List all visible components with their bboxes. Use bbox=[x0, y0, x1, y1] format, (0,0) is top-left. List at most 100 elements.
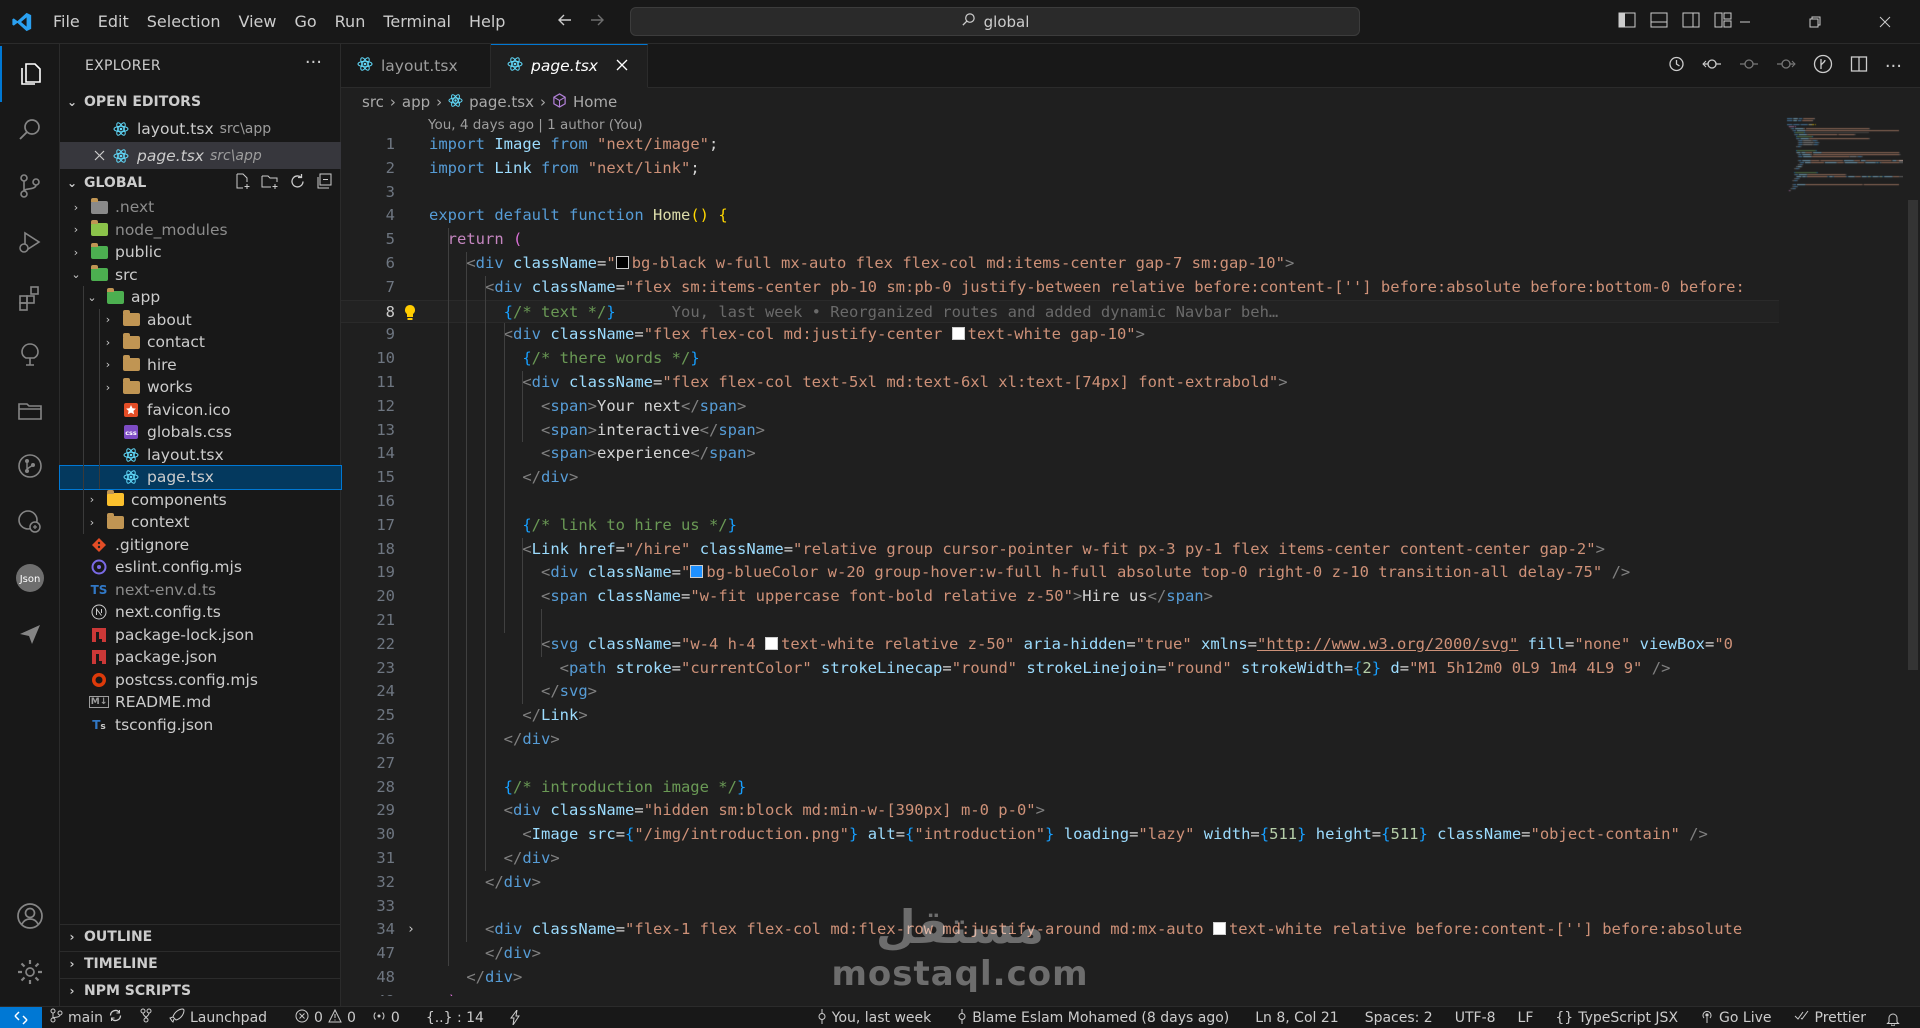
code-line[interactable]: 7 <div className="flex sm:items-center p… bbox=[341, 276, 1779, 300]
minimize-icon[interactable] bbox=[1710, 0, 1780, 44]
color-swatch[interactable] bbox=[690, 565, 704, 579]
command-center-search[interactable]: global bbox=[630, 7, 1360, 36]
code-line[interactable]: 14 <span>experience</span> bbox=[341, 442, 1779, 466]
code-line[interactable]: 18 <Link href="/hire" className="relativ… bbox=[341, 538, 1779, 562]
menu-run[interactable]: Run bbox=[326, 0, 375, 44]
tree-item-about[interactable]: › about bbox=[60, 309, 341, 332]
ports-status[interactable]: 0 bbox=[364, 1009, 408, 1027]
toggle-panel-icon[interactable] bbox=[1650, 12, 1668, 32]
code-line[interactable]: 2 import Link from "next/link"; bbox=[341, 157, 1779, 181]
code-line[interactable]: 19 <div className=" bg-blueColor w-20 gro… bbox=[341, 561, 1779, 585]
code-line[interactable]: 8 {/* text */} You, last week • Reorgani… bbox=[341, 299, 1779, 324]
forward-arrow-icon[interactable] bbox=[588, 11, 606, 33]
json-icon[interactable]: Json bbox=[0, 550, 60, 606]
tree-item-readme-md[interactable]: M↓ README.md bbox=[60, 691, 341, 714]
split-editor-icon[interactable] bbox=[1850, 55, 1868, 77]
global-folder-header[interactable]: ⌄ GLOBAL bbox=[60, 171, 341, 195]
remote-indicator[interactable] bbox=[0, 1006, 42, 1028]
open-editors-header[interactable]: ⌄ OPEN EDITORS bbox=[60, 90, 341, 114]
code-line[interactable]: 32 </div> bbox=[341, 871, 1779, 895]
send-request-icon[interactable] bbox=[0, 606, 60, 662]
code-line[interactable]: 10 {/* there words */} bbox=[341, 347, 1779, 371]
problems-status[interactable]: 0 0 bbox=[287, 1008, 364, 1027]
blame-long-status[interactable]: Blame Eslam Mohamed (8 days ago) bbox=[949, 1008, 1237, 1028]
tab-page-tsx[interactable]: page.tsx bbox=[491, 44, 648, 88]
tree-item-page-tsx[interactable]: page.tsx bbox=[59, 465, 342, 490]
cursor-position[interactable]: Ln 8, Col 21 bbox=[1247, 1010, 1346, 1026]
code-line[interactable]: 22 <svg className="w-4 h-4 text-white re… bbox=[341, 633, 1779, 657]
chevron-down-icon[interactable]: ⌄ bbox=[68, 268, 84, 281]
tree-item-context[interactable]: › context bbox=[60, 511, 341, 534]
code-line[interactable]: 5 return ( bbox=[341, 228, 1779, 252]
blame-short-status[interactable]: You, last week bbox=[809, 1008, 940, 1028]
code-line[interactable]: 21 bbox=[341, 609, 1779, 633]
tree-item-next[interactable]: › .next bbox=[60, 196, 341, 219]
npm-scripts-header[interactable]: › NPM SCRIPTS bbox=[60, 978, 341, 1002]
color-swatch[interactable] bbox=[951, 327, 965, 341]
timeline-header[interactable]: › TIMELINE bbox=[60, 951, 341, 975]
open-changes-icon[interactable] bbox=[1702, 55, 1722, 77]
tree-item-node-modules[interactable]: › node_modules bbox=[60, 219, 341, 242]
breadcrumb-file[interactable]: page.tsx bbox=[469, 93, 534, 111]
code-line[interactable]: 20 <span className="w-fit uppercase font… bbox=[341, 585, 1779, 609]
settings-gear-icon[interactable] bbox=[0, 944, 60, 1000]
menu-edit[interactable]: Edit bbox=[89, 0, 138, 44]
vscode-logo-icon[interactable] bbox=[0, 0, 44, 44]
tree-item-package-json[interactable]: package.json bbox=[60, 646, 341, 669]
tree-item-gitignore[interactable]: .gitignore bbox=[60, 534, 341, 557]
explorer-icon[interactable] bbox=[0, 46, 60, 102]
tree-item-package-lock-json[interactable]: package-lock.json bbox=[60, 624, 341, 647]
menu-selection[interactable]: Selection bbox=[138, 0, 230, 44]
tree-view-icon[interactable] bbox=[0, 326, 60, 382]
tree-item-favicon-ico[interactable]: favicon.ico bbox=[60, 399, 341, 422]
next-change-icon[interactable] bbox=[1776, 55, 1796, 77]
chevron-right-icon[interactable]: › bbox=[68, 201, 84, 214]
go-live-status[interactable]: Go Live bbox=[1692, 1009, 1779, 1027]
tree-item-eslint-config-mjs[interactable]: eslint.config.mjs bbox=[60, 556, 341, 579]
tree-item-src[interactable]: ⌄ src bbox=[60, 264, 341, 287]
sync-icon[interactable] bbox=[108, 1008, 123, 1027]
tab-layout-tsx[interactable]: layout.tsx bbox=[341, 44, 491, 88]
code-line[interactable]: 1 import Image from "next/image"; bbox=[341, 133, 1779, 157]
launchpad-status[interactable]: Launchpad bbox=[161, 1008, 275, 1027]
code-line[interactable]: 9 <div className="flex flex-col md:justi… bbox=[341, 323, 1779, 347]
restore-icon[interactable] bbox=[1780, 0, 1850, 44]
run-debug-icon[interactable] bbox=[0, 214, 60, 270]
chevron-right-icon[interactable]: › bbox=[68, 246, 84, 259]
chevron-right-icon[interactable]: › bbox=[100, 336, 116, 349]
editor-scrollbar[interactable] bbox=[1906, 116, 1920, 1006]
collapse-all-icon[interactable] bbox=[316, 173, 333, 194]
code-line[interactable]: 23 <path stroke="currentColor" strokeLin… bbox=[341, 657, 1779, 681]
tree-item-tsconfig-json[interactable]: Ts tsconfig.json bbox=[60, 714, 341, 737]
extensions-icon[interactable] bbox=[0, 270, 60, 326]
tree-item-hire[interactable]: › hire bbox=[60, 354, 341, 377]
new-folder-icon[interactable] bbox=[261, 173, 279, 194]
code-line[interactable]: 28 {/* introduction image */} bbox=[341, 776, 1779, 800]
open-editor-item[interactable]: layout.tsx src\app bbox=[60, 115, 341, 142]
open-editor-item-active[interactable]: page.tsx src\app bbox=[60, 142, 341, 169]
editor-more-actions-icon[interactable]: ··· bbox=[1885, 56, 1902, 77]
code-line[interactable]: 15 </div> bbox=[341, 466, 1779, 490]
chevron-right-icon[interactable]: › bbox=[100, 358, 116, 371]
folder-view-icon[interactable] bbox=[0, 382, 60, 438]
toggle-secondary-sidebar-icon[interactable] bbox=[1682, 12, 1700, 32]
tree-item-next-config-ts[interactable]: next.config.ts bbox=[60, 601, 341, 624]
encoding-status[interactable]: UTF-8 bbox=[1447, 1010, 1504, 1026]
close-editor-icon[interactable] bbox=[92, 147, 106, 165]
git-graph-status[interactable] bbox=[131, 1008, 161, 1027]
code-line[interactable]: 29 <div className="hidden sm:block md:mi… bbox=[341, 799, 1779, 823]
code-line[interactable]: 13 <span>interactive</span> bbox=[341, 419, 1779, 443]
code-line[interactable]: 31 </div> bbox=[341, 847, 1779, 871]
minimap[interactable] bbox=[1783, 116, 1903, 1006]
search-view-icon[interactable] bbox=[0, 102, 60, 158]
language-mode-status[interactable]: {} TypeScript JSX bbox=[1547, 1010, 1686, 1026]
code-line[interactable]: 30 <Image src={"/img/introduction.png"} … bbox=[341, 823, 1779, 847]
timeline-history-icon[interactable] bbox=[1667, 55, 1685, 77]
close-tab-icon[interactable] bbox=[616, 57, 628, 75]
prettier-status[interactable]: Prettier bbox=[1786, 1010, 1875, 1026]
code-line[interactable]: 16 bbox=[341, 490, 1779, 514]
menu-help[interactable]: Help bbox=[460, 0, 514, 44]
color-swatch[interactable] bbox=[615, 256, 629, 269]
code-line[interactable]: 3 bbox=[341, 181, 1779, 205]
chevron-down-icon[interactable]: ⌄ bbox=[84, 291, 100, 304]
